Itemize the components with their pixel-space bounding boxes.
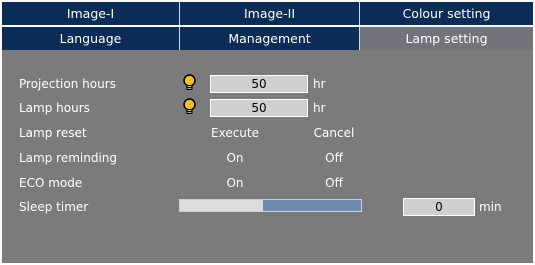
sleep-timer-unit: min (479, 200, 502, 214)
lamp-reminding-on-option[interactable]: On (205, 149, 265, 167)
tab-lamp-setting[interactable]: Lamp setting (360, 27, 533, 50)
lamp-hours-value: 50 (210, 99, 308, 117)
eco-mode-off-option[interactable]: Off (304, 174, 364, 192)
tab-colour-setting[interactable]: Colour setting (360, 2, 533, 25)
lamp-hours-unit: hr (313, 101, 326, 115)
sleep-timer-slider-fill (180, 200, 264, 211)
sleep-timer-slider[interactable] (179, 199, 362, 212)
lamp-hours-label: Lamp hours (19, 101, 90, 115)
tab-management[interactable]: Management (180, 27, 360, 50)
projection-hours-unit: hr (313, 77, 326, 91)
lamp-reset-cancel-option[interactable]: Cancel (304, 124, 364, 142)
projection-hours-label: Projection hours (19, 77, 116, 91)
eco-mode-on-option[interactable]: On (205, 174, 265, 192)
eco-mode-label: ECO mode (19, 176, 83, 190)
lamp-reset-execute-option[interactable]: Execute (205, 124, 265, 142)
tab-language[interactable]: Language (2, 27, 180, 50)
sleep-timer-value: 0 (403, 198, 475, 216)
lamp-reminding-label: Lamp reminding (19, 151, 118, 165)
tab-image-i[interactable]: Image-I (2, 2, 180, 25)
lamp-bulb-icon (183, 98, 196, 114)
sleep-timer-label: Sleep timer (19, 200, 89, 214)
lamp-reset-label: Lamp reset (19, 126, 87, 140)
projection-hours-value: 50 (210, 75, 308, 93)
lamp-bulb-icon (183, 74, 196, 90)
lamp-reminding-off-option[interactable]: Off (304, 149, 364, 167)
tab-image-ii[interactable]: Image-II (180, 2, 360, 25)
